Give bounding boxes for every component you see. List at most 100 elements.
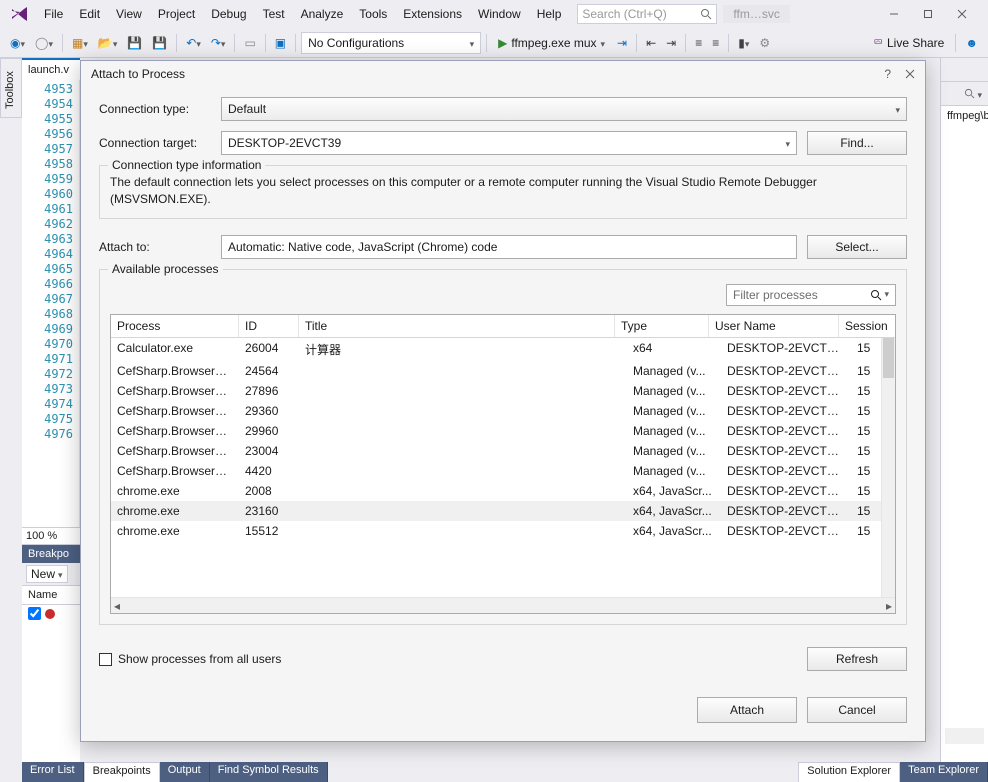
horizontal-scrollbar[interactable] xyxy=(945,728,984,744)
solution-path[interactable]: ffmpeg\b xyxy=(941,106,988,126)
undo-button[interactable]: ↶ xyxy=(182,34,205,52)
nav-back-button[interactable]: ◉ xyxy=(6,34,29,52)
tb-indent2[interactable]: ⇥ xyxy=(662,34,680,52)
play-icon: ▶ xyxy=(498,36,507,50)
bottom-tab-find-symbol-results[interactable]: Find Symbol Results xyxy=(210,762,328,782)
horizontal-scrollbar[interactable]: ◂▸ xyxy=(111,597,895,613)
breakpoint-row[interactable] xyxy=(22,605,80,622)
cancel-button[interactable]: Cancel xyxy=(807,697,907,723)
vertical-scrollbar[interactable] xyxy=(881,338,895,597)
dialog-titlebar: Attach to Process xyxy=(81,61,925,87)
editor-tab[interactable]: launch.v xyxy=(22,58,80,80)
open-file-button[interactable]: 📂 xyxy=(94,34,121,52)
connection-target-combo[interactable]: DESKTOP-2EVCT39 xyxy=(221,131,797,155)
cell-user: DESKTOP-2EVCT39... xyxy=(721,403,851,419)
show-all-users-checkbox[interactable] xyxy=(99,653,112,666)
col-title[interactable]: Title xyxy=(299,315,615,337)
tb-comment1[interactable]: ≡ xyxy=(691,34,706,52)
col-session[interactable]: Session xyxy=(839,315,895,337)
zoom-level[interactable]: 100 % xyxy=(22,527,80,544)
cell-process: CefSharp.BrowserS... xyxy=(111,383,239,399)
close-window-button[interactable] xyxy=(948,4,976,24)
breakpoint-checkbox[interactable] xyxy=(28,607,41,620)
tb-step1[interactable]: ⇥ xyxy=(613,34,631,52)
live-share-button[interactable]: ⮹ Live Share xyxy=(867,33,950,52)
find-button[interactable]: Find... xyxy=(807,131,907,155)
cell-process: CefSharp.BrowserS... xyxy=(111,403,239,419)
tb-misc1[interactable]: ▭ xyxy=(240,34,259,52)
attach-button[interactable]: Attach xyxy=(697,697,797,723)
col-type[interactable]: Type xyxy=(615,315,709,337)
chevron-down-icon[interactable] xyxy=(977,87,982,101)
process-row[interactable]: CefSharp.BrowserS...24564Managed (v...DE… xyxy=(111,361,895,381)
bottom-tab-error-list[interactable]: Error List xyxy=(22,762,84,782)
tb-misc5[interactable]: ⚙ xyxy=(755,34,774,52)
menu-help[interactable]: Help xyxy=(529,3,570,25)
minimize-button[interactable] xyxy=(880,4,908,24)
select-button[interactable]: Select... xyxy=(807,235,907,259)
line-number: 4976 xyxy=(22,427,79,442)
menu-analyze[interactable]: Analyze xyxy=(293,3,352,25)
save-button[interactable]: 💾 xyxy=(123,34,146,52)
tb-misc2[interactable]: ▣ xyxy=(271,34,290,52)
col-user[interactable]: User Name xyxy=(709,315,839,337)
col-id[interactable]: ID xyxy=(239,315,299,337)
save-all-button[interactable]: 💾 xyxy=(148,34,171,52)
connection-type-combo[interactable]: Default xyxy=(221,97,907,121)
menu-project[interactable]: Project xyxy=(150,3,203,25)
process-row[interactable]: chrome.exe15512x64, JavaScr...DESKTOP-2E… xyxy=(111,521,895,541)
new-breakpoint-button[interactable]: New xyxy=(26,565,68,583)
help-button[interactable] xyxy=(884,67,891,81)
bookmark-button[interactable]: ▮ xyxy=(734,34,753,52)
new-project-button[interactable]: ▦ xyxy=(68,34,92,52)
cell-process: CefSharp.BrowserS... xyxy=(111,423,239,439)
maximize-button[interactable] xyxy=(914,4,942,24)
menu-test[interactable]: Test xyxy=(255,3,293,25)
tb-comment2[interactable]: ≡ xyxy=(708,34,723,52)
process-row[interactable]: Calculator.exe26004计算器x64DESKTOP-2EVCT39… xyxy=(111,338,895,361)
tb-indent1[interactable]: ⇤ xyxy=(642,34,660,52)
menu-tools[interactable]: Tools xyxy=(351,3,395,25)
menu-file[interactable]: File xyxy=(36,3,71,25)
menu-edit[interactable]: Edit xyxy=(71,3,108,25)
dialog-close-button[interactable] xyxy=(905,69,915,79)
bottom-tab-team-explorer[interactable]: Team Explorer xyxy=(900,762,988,782)
process-row[interactable]: CefSharp.BrowserS...29960Managed (v...DE… xyxy=(111,421,895,441)
configuration-combo[interactable]: No Configurations xyxy=(301,32,481,54)
start-debug-button[interactable]: ▶ ffmpeg.exe mux xyxy=(492,34,611,52)
cell-type: x64, JavaScr... xyxy=(627,523,721,539)
line-number: 4966 xyxy=(22,277,79,292)
process-row[interactable]: CefSharp.BrowserS...23004Managed (v...DE… xyxy=(111,441,895,461)
cell-user: DESKTOP-2EVCT39... xyxy=(721,503,851,519)
cell-id: 24564 xyxy=(239,363,299,379)
redo-button[interactable]: ↷ xyxy=(207,34,230,52)
line-number: 4955 xyxy=(22,112,79,127)
cell-user: DESKTOP-2EVCT39... xyxy=(721,363,851,379)
menu-debug[interactable]: Debug xyxy=(203,3,254,25)
process-row[interactable]: CefSharp.BrowserS...4420Managed (v...DES… xyxy=(111,461,895,481)
menu-window[interactable]: Window xyxy=(470,3,529,25)
bottom-tab-solution-explorer[interactable]: Solution Explorer xyxy=(798,762,900,782)
line-number: 4961 xyxy=(22,202,79,217)
chevron-down-icon xyxy=(470,36,475,50)
menu-view[interactable]: View xyxy=(108,3,150,25)
process-row[interactable]: CefSharp.BrowserS...29360Managed (v...DE… xyxy=(111,401,895,421)
cell-user: DESKTOP-2EVCT39... xyxy=(721,523,851,539)
process-row[interactable]: CefSharp.BrowserS...27896Managed (v...DE… xyxy=(111,381,895,401)
filter-processes-input[interactable]: Filter processes ▾ xyxy=(726,284,896,306)
quick-search-input[interactable]: Search (Ctrl+Q) xyxy=(577,4,717,24)
process-row[interactable]: chrome.exe2008x64, JavaScr...DESKTOP-2EV… xyxy=(111,481,895,501)
feedback-button[interactable]: ☻ xyxy=(961,34,982,52)
bottom-tab-output[interactable]: Output xyxy=(160,762,210,782)
bottom-tab-breakpoints[interactable]: Breakpoints xyxy=(84,762,160,782)
refresh-button[interactable]: Refresh xyxy=(807,647,907,671)
menu-extensions[interactable]: Extensions xyxy=(395,3,470,25)
col-process[interactable]: Process xyxy=(111,315,239,337)
nav-forward-button[interactable]: ◯ xyxy=(31,34,57,52)
cell-user: DESKTOP-2EVCT39... xyxy=(721,483,851,499)
search-icon[interactable] xyxy=(964,88,975,99)
cell-type: Managed (v... xyxy=(627,383,721,399)
cell-user: DESKTOP-2EVCT39... xyxy=(721,423,851,439)
toolbox-tab[interactable]: Toolbox xyxy=(0,58,22,118)
process-row[interactable]: chrome.exe23160x64, JavaScr...DESKTOP-2E… xyxy=(111,501,895,521)
